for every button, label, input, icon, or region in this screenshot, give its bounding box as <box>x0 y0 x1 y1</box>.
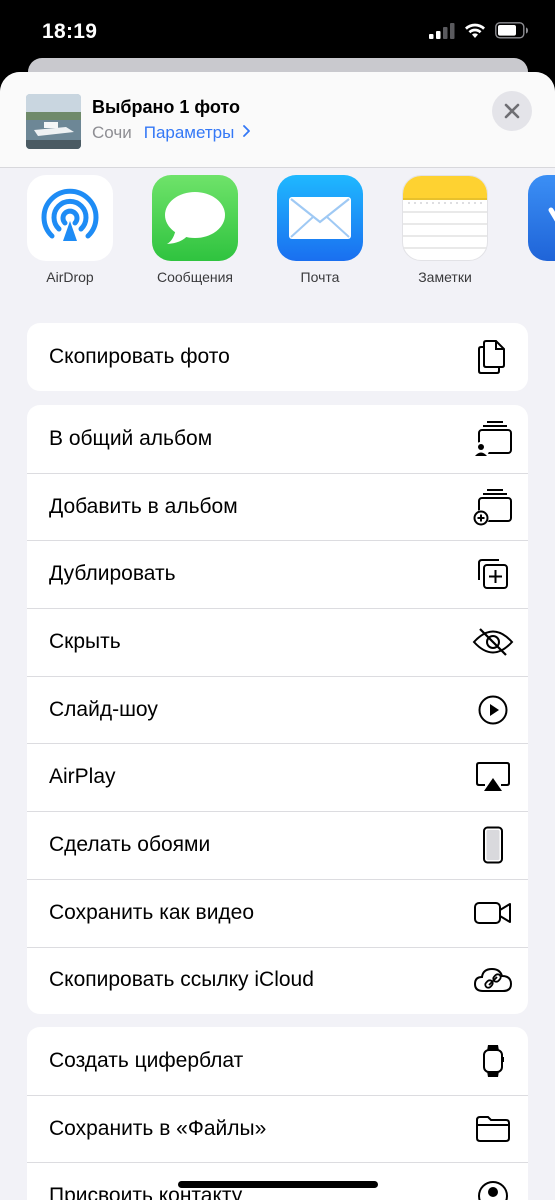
action-slideshow[interactable]: Слайд-шоу <box>27 675 528 744</box>
app-label: AirDrop <box>46 269 94 285</box>
action-duplicate[interactable]: Дублировать <box>27 540 528 608</box>
play-circle-icon <box>472 689 514 731</box>
action-copy-icloud-link[interactable]: Скопировать ссылку iCloud <box>27 946 528 1015</box>
wifi-icon <box>465 23 485 38</box>
share-sheet: Выбрано 1 фото Сочи Параметры AirDrop Со… <box>0 72 555 1200</box>
action-label: Слайд-шоу <box>49 697 158 721</box>
action-label: Добавить в альбом <box>49 494 238 518</box>
battery-icon <box>495 22 528 39</box>
app-airdrop[interactable]: AirDrop <box>10 175 130 285</box>
partial-app-icon <box>528 175 555 261</box>
action-label: Сохранить как видео <box>49 900 255 924</box>
airplay-icon <box>472 756 514 798</box>
action-group-copy: Скопировать фото <box>27 323 528 391</box>
action-label: В общий альбом <box>49 426 213 450</box>
action-save-video[interactable]: Сохранить как видео <box>27 878 528 947</box>
close-icon <box>504 103 520 119</box>
status-indicators <box>429 22 529 39</box>
cloud-link-icon <box>472 959 514 1001</box>
action-copy-photo[interactable]: Скопировать фото <box>27 323 528 391</box>
action-add-to-album[interactable]: Добавить в альбом <box>27 472 528 541</box>
notes-icon <box>402 175 488 261</box>
action-label: Создать циферблат <box>49 1048 244 1072</box>
airdrop-icon <box>27 175 113 261</box>
action-hide[interactable]: Скрыть <box>27 608 528 676</box>
iphone-icon <box>472 824 514 866</box>
app-label: Почта <box>300 269 340 285</box>
selection-title: Выбрано 1 фото <box>92 97 241 117</box>
action-wallpaper[interactable]: Сделать обоями <box>27 811 528 879</box>
action-label: Скопировать ссылку iCloud <box>49 968 314 992</box>
contact-icon <box>472 1175 514 1200</box>
options-link-label: Параметры <box>143 123 235 142</box>
action-label: Сохранить в «Файлы» <box>49 1116 267 1140</box>
shared-album-icon <box>472 418 514 460</box>
action-label: Сделать обоями <box>49 832 211 856</box>
folder-icon <box>472 1108 514 1150</box>
action-label: Дублировать <box>49 562 176 586</box>
cellular-signal-icon <box>429 22 455 39</box>
app-notes[interactable]: Заметки <box>385 175 505 285</box>
share-apps-row: AirDrop Сообщения Почта Заметки <box>0 175 555 305</box>
eye-slash-icon <box>472 621 514 663</box>
watch-icon <box>472 1040 514 1082</box>
mail-icon <box>277 175 363 261</box>
status-time: 18:19 <box>42 20 98 43</box>
add-to-album-icon <box>472 486 514 528</box>
app-label: Заметки <box>418 269 472 285</box>
home-indicator[interactable] <box>178 1181 378 1188</box>
action-airplay[interactable]: AirPlay <box>27 743 528 811</box>
chevron-right-icon <box>243 125 250 137</box>
action-label: AirPlay <box>49 765 116 789</box>
action-group-main: В общий альбом Добавить в альбом Дублиро… <box>27 405 528 1015</box>
app-messages[interactable]: Сообщения <box>135 175 255 285</box>
video-camera-icon <box>472 892 514 934</box>
app-partial[interactable] <box>510 175 555 261</box>
messages-icon <box>152 175 238 261</box>
duplicate-icon <box>472 553 514 595</box>
photo-location: Сочи <box>92 123 132 142</box>
action-label: Скрыть <box>49 629 121 653</box>
photo-thumbnail <box>26 94 81 149</box>
copy-icon <box>472 336 514 378</box>
close-button[interactable] <box>492 91 532 131</box>
action-label: Скопировать фото <box>49 344 230 368</box>
options-link[interactable]: Параметры <box>144 123 251 143</box>
action-save-to-files[interactable]: Сохранить в «Файлы» <box>27 1094 528 1163</box>
app-mail[interactable]: Почта <box>260 175 380 285</box>
action-group-more: Создать циферблат Сохранить в «Файлы» Пр… <box>27 1027 528 1200</box>
app-label: Сообщения <box>157 269 233 285</box>
header-subtitle: Сочи Параметры <box>92 123 251 143</box>
action-create-watch-face[interactable]: Создать циферблат <box>27 1027 528 1095</box>
share-sheet-header: Выбрано 1 фото Сочи Параметры <box>0 72 555 168</box>
action-shared-album[interactable]: В общий альбом <box>27 405 528 473</box>
